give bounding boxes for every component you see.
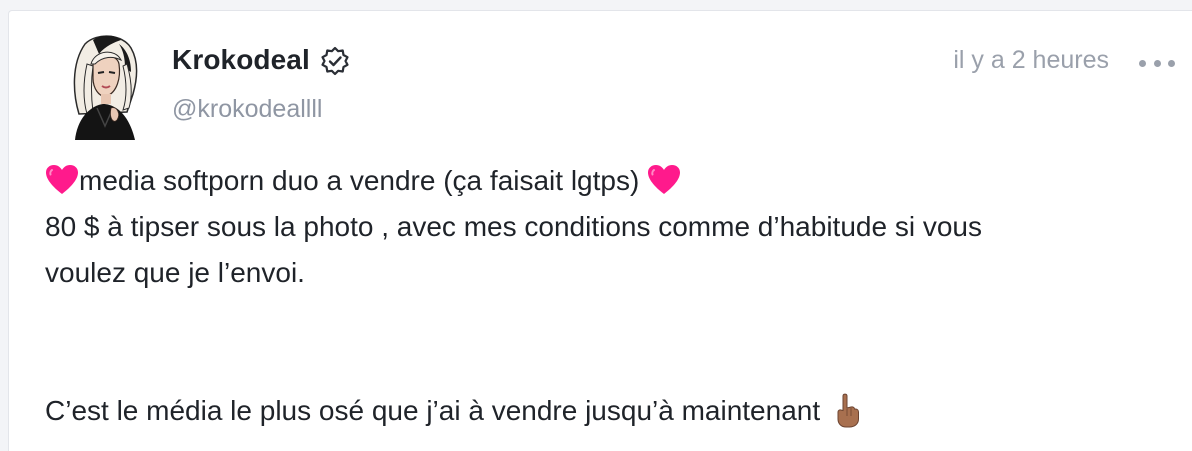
post-line-4-text: C’est le média le plus osé que j’ai à ve… [45,395,828,426]
verified-badge-icon [320,46,350,76]
more-horizontal-icon [1139,59,1146,67]
author-handle[interactable]: @krokodeallll [172,95,322,124]
post-body: media softporn duo a vendre (ça faisait … [45,158,1165,434]
avatar-illustration [73,35,138,140]
post-card: Krokodeal @krokodeallll il y a 2 heures … [8,10,1192,451]
author-name-row: Krokodeal [172,44,350,76]
pink-heart-emoji [45,164,79,196]
index-pointing-up-emoji [832,392,862,428]
post-timestamp[interactable]: il y a 2 heures [953,46,1109,75]
author-display-name[interactable]: Krokodeal [172,44,310,76]
more-options-button[interactable] [1139,51,1175,75]
post-line-3: voulez que je l’envoi. [45,257,305,288]
post-blank-spacer [45,296,1165,388]
pink-heart-emoji [647,164,681,196]
author-avatar[interactable] [57,34,153,140]
post-line-2: 80 $ à tipser sous la photo , avec mes c… [45,211,982,242]
post-line-1-text: media softporn duo a vendre (ça faisait … [79,165,648,196]
post-line-4: C’est le média le plus osé que j’ai à ve… [45,388,1165,434]
post-line-1: media softporn duo a vendre (ça faisait … [45,158,1165,204]
